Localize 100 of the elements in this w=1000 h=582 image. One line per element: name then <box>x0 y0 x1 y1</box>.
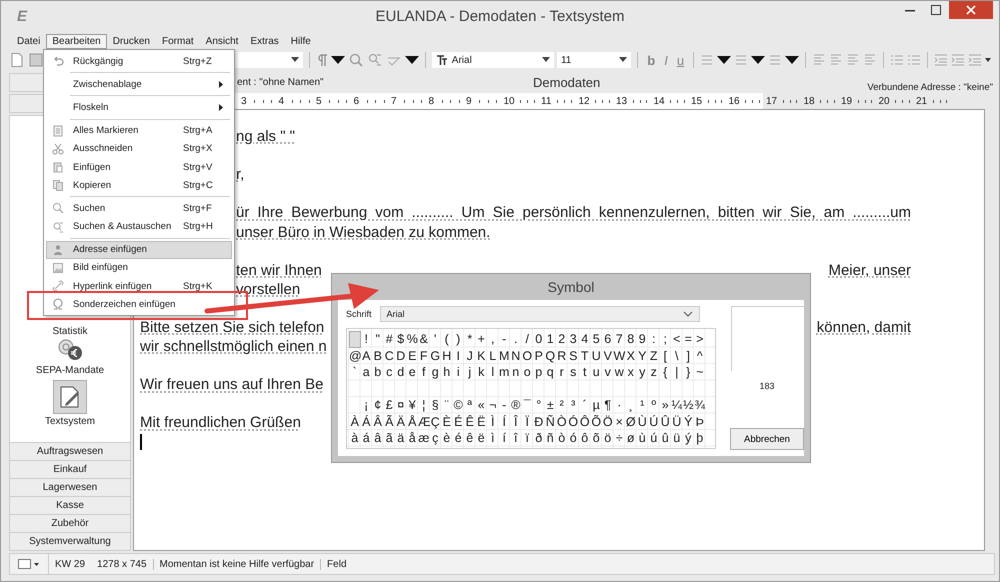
character-cell[interactable]: P <box>533 348 544 364</box>
character-cell[interactable]: ä <box>395 430 406 446</box>
character-cell[interactable]: = <box>682 331 694 348</box>
character-cell[interactable]: ³ <box>568 397 579 414</box>
character-cell[interactable]: ú <box>648 430 660 446</box>
menu-item[interactable]: Drucken <box>106 34 156 48</box>
character-cell[interactable]: d <box>395 364 406 380</box>
character-cell[interactable]: S <box>568 348 579 364</box>
character-cell[interactable]: Í <box>498 414 510 430</box>
character-cell[interactable]: ~ <box>694 364 706 380</box>
character-cell[interactable]: ® <box>510 397 522 414</box>
menu-item[interactable]: Hilfe <box>284 34 317 48</box>
character-cell[interactable]: a <box>360 364 372 380</box>
character-cell[interactable]: m <box>498 364 510 380</box>
character-cell[interactable]: % <box>406 331 418 348</box>
character-cell[interactable]: 8 <box>625 331 636 348</box>
character-cell[interactable]: A <box>360 348 372 364</box>
character-cell[interactable]: ¡ <box>360 397 372 414</box>
character-cell[interactable]: - <box>498 397 510 414</box>
character-cell[interactable]: R <box>556 348 568 364</box>
character-cell[interactable]: t <box>579 364 590 380</box>
character-cell[interactable]: L <box>487 348 498 364</box>
character-cell[interactable]: í <box>498 430 510 446</box>
character-cell[interactable]: Ý <box>682 414 694 430</box>
character-cell[interactable]: i <box>452 364 464 380</box>
character-cell[interactable]: * <box>464 331 476 348</box>
module-label[interactable]: Textsystem <box>44 416 95 427</box>
character-cell[interactable]: ½ <box>682 397 694 414</box>
character-cell[interactable]: ¬ <box>487 397 498 414</box>
menu-entry[interactable]: Sonderzeichen einfügen <box>46 295 232 314</box>
character-cell[interactable]: é <box>452 430 464 446</box>
character-cell[interactable]: ¹ <box>636 397 648 414</box>
character-cell[interactable]: ÷ <box>614 430 625 446</box>
menu-entry[interactable]: Suchen Strg+F <box>46 199 232 218</box>
character-cell[interactable]: ` <box>349 364 360 380</box>
character-cell[interactable]: £ <box>384 397 395 414</box>
character-cell[interactable]: u <box>590 364 602 380</box>
character-cell[interactable]: & <box>418 331 430 348</box>
character-cell[interactable]: ý <box>682 430 694 446</box>
menu-entry[interactable]: Bild einfügen <box>46 258 232 278</box>
character-cell[interactable]: ø <box>625 430 636 446</box>
character-cell[interactable]: · <box>614 397 625 414</box>
character-cell[interactable]: Ë <box>476 414 487 430</box>
menu-entry[interactable]: Hyperlink einfügen Strg+K <box>46 277 232 296</box>
character-cell[interactable]: Z <box>648 348 660 364</box>
character-cell[interactable]: y <box>636 364 648 380</box>
character-cell[interactable]: h <box>441 364 452 380</box>
character-cell[interactable]: Ç <box>430 414 441 430</box>
menu-entry[interactable]: Ausschneiden Strg+X <box>46 140 232 158</box>
group-button[interactable]: Einkauf <box>9 461 131 479</box>
character-cell[interactable]: Ï <box>522 414 533 430</box>
character-cell[interactable]: § <box>430 397 441 414</box>
character-cell[interactable]: I <box>452 348 464 364</box>
character-cell[interactable]: Ò <box>556 414 568 430</box>
character-cell[interactable]: O <box>522 348 533 364</box>
character-cell[interactable]: à <box>349 430 360 446</box>
size-dropdown[interactable]: 11 <box>556 52 632 68</box>
character-cell[interactable]: W <box>614 348 625 364</box>
character-cell[interactable]: Õ <box>590 414 602 430</box>
character-cell[interactable]: - <box>498 331 510 348</box>
menu-item[interactable]: Format <box>156 34 200 48</box>
character-cell[interactable]: F <box>418 348 430 364</box>
character-cell[interactable]: â <box>372 430 384 446</box>
menu-entry[interactable]: Kopieren Strg+C <box>46 176 232 194</box>
menu-entry[interactable]: Einfügen Strg+V <box>46 158 232 176</box>
character-cell[interactable]: q <box>544 364 556 380</box>
character-cell[interactable]: N <box>510 348 522 364</box>
character-cell[interactable]: ¥ <box>406 397 418 414</box>
character-cell[interactable]: æ <box>418 430 430 446</box>
character-cell[interactable]: { <box>660 364 671 380</box>
character-cell[interactable]: + <box>476 331 487 348</box>
character-cell[interactable]: > <box>694 331 706 348</box>
character-cell[interactable]: ö <box>602 430 614 446</box>
character-cell[interactable]: Ü <box>671 414 682 430</box>
character-cell[interactable]: ' <box>430 331 441 348</box>
character-cell[interactable]: E <box>406 348 418 364</box>
menu-item[interactable]: Datei <box>11 34 46 48</box>
character-cell[interactable]: þ <box>694 430 706 446</box>
character-cell[interactable]: 3 <box>568 331 579 348</box>
character-cell[interactable]: \ <box>671 348 682 364</box>
character-cell[interactable]: õ <box>590 430 602 446</box>
character-cell[interactable]: Ù <box>636 414 648 430</box>
character-cell[interactable]: $ <box>395 331 406 348</box>
group-button[interactable]: Zubehör <box>9 515 131 533</box>
menu-item[interactable]: Bearbeiten <box>46 34 107 48</box>
character-cell[interactable]: Ä <box>395 414 406 430</box>
menu-entry[interactable]: Adresse einfügen <box>46 240 232 259</box>
character-cell[interactable]: 6 <box>602 331 614 348</box>
character-cell[interactable]: Þ <box>694 414 706 430</box>
character-cell[interactable]: û <box>660 430 671 446</box>
character-cell[interactable]: Ú <box>648 414 660 430</box>
character-cell[interactable]: | <box>671 364 682 380</box>
character-cell[interactable]: v <box>602 364 614 380</box>
character-cell[interactable]: « <box>476 397 487 414</box>
character-cell[interactable]: Ö <box>602 414 614 430</box>
character-cell[interactable]: ò <box>556 430 568 446</box>
font-select[interactable]: Arial <box>380 306 700 322</box>
character-cell[interactable]: µ <box>590 397 602 414</box>
character-cell[interactable]: < <box>671 331 682 348</box>
character-cell[interactable]: Ó <box>568 414 579 430</box>
